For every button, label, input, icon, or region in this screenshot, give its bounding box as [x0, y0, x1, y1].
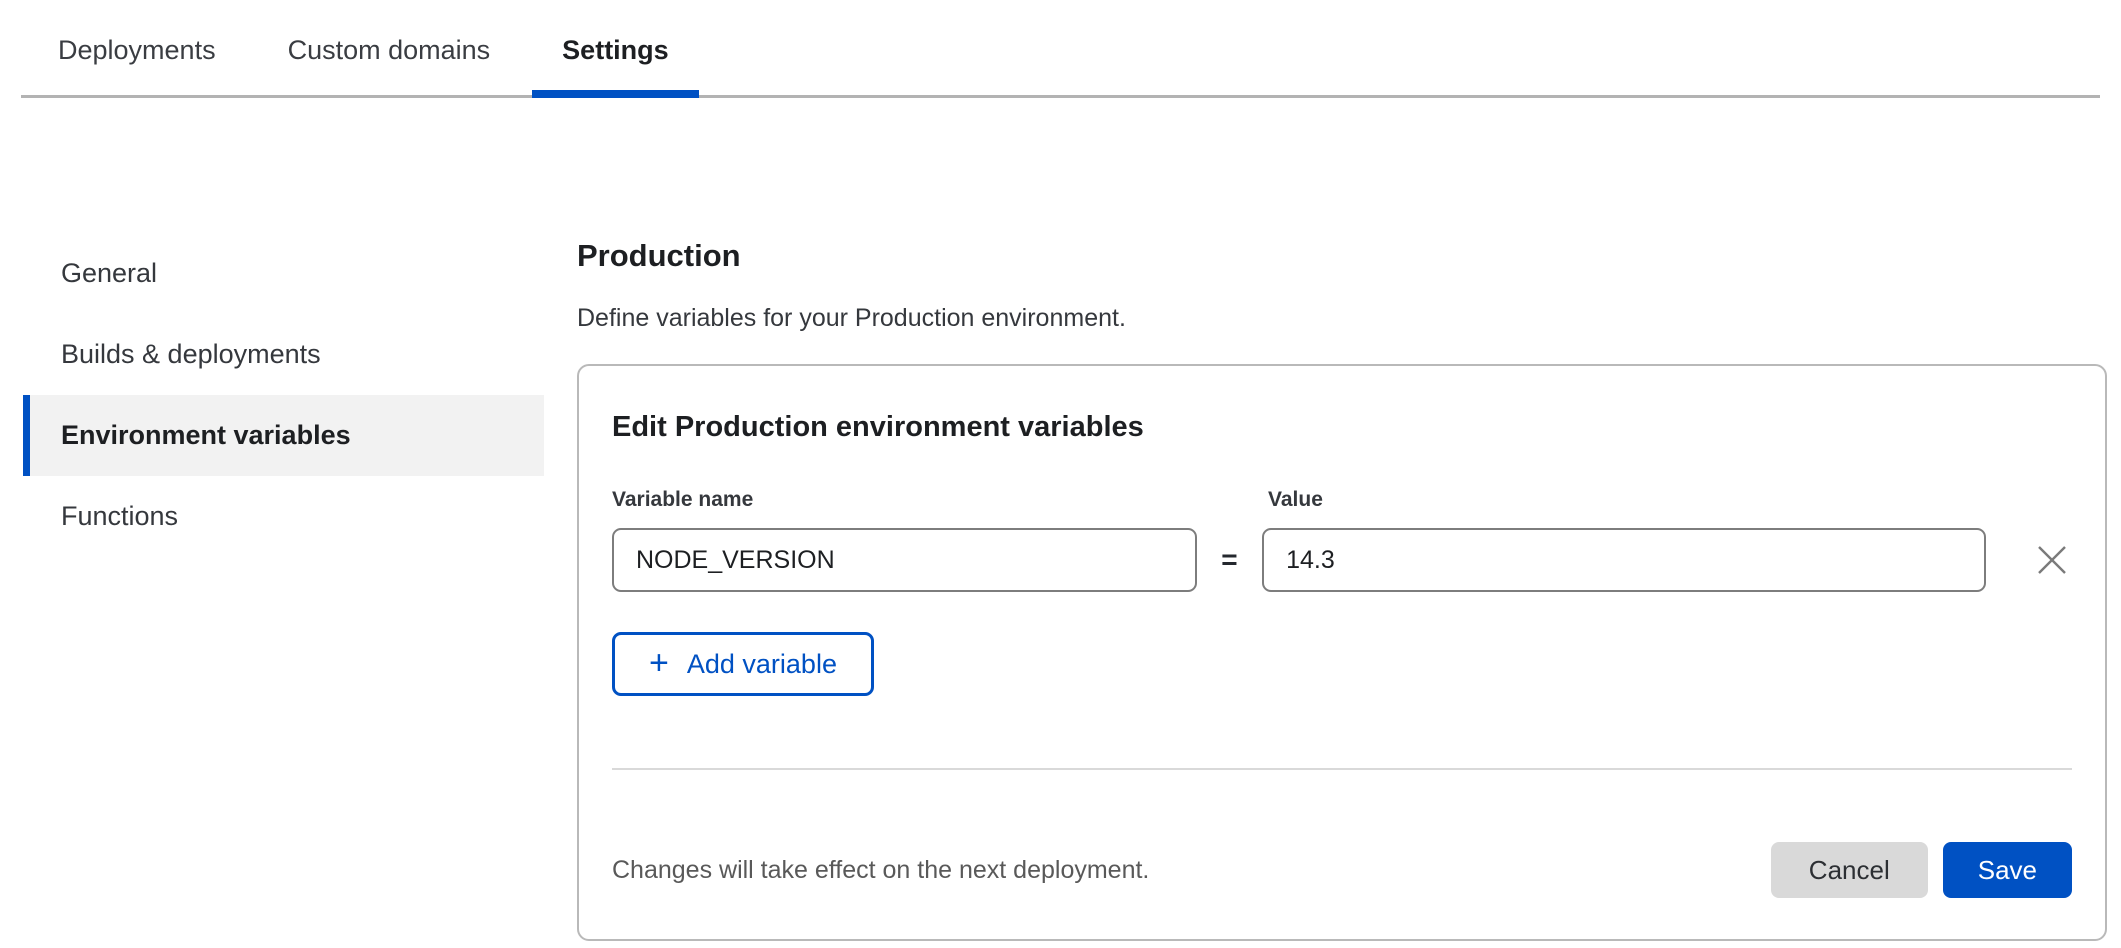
- field-labels-row: Variable name Value: [612, 488, 2072, 512]
- equals-sign: =: [1197, 544, 1262, 576]
- card-title: Edit Production environment variables: [612, 411, 2072, 444]
- tab-custom-domains[interactable]: Custom domains: [258, 1, 521, 98]
- content-area: General Builds & deployments Environment…: [0, 98, 2121, 941]
- tab-settings[interactable]: Settings: [532, 1, 699, 98]
- plus-icon: +: [649, 646, 669, 680]
- close-icon: [2035, 543, 2069, 577]
- variable-value-input[interactable]: [1262, 528, 1986, 592]
- variable-row: =: [612, 528, 2072, 592]
- sidebar-item-functions[interactable]: Functions: [23, 476, 544, 557]
- remove-variable-button[interactable]: [2032, 540, 2072, 580]
- cancel-button[interactable]: Cancel: [1771, 842, 1928, 898]
- add-variable-label: Add variable: [687, 649, 837, 680]
- add-variable-button[interactable]: + Add variable: [612, 632, 874, 696]
- card-divider: [612, 768, 2072, 770]
- sidebar-item-builds-deployments[interactable]: Builds & deployments: [23, 314, 544, 395]
- page-subtitle: Define variables for your Production env…: [577, 304, 2107, 333]
- labels-spacer: [1202, 488, 1268, 512]
- value-label: Value: [1268, 488, 1323, 512]
- variable-name-input[interactable]: [612, 528, 1197, 592]
- tab-bar: Deployments Custom domains Settings: [21, 0, 2100, 98]
- main-panel: Production Define variables for your Pro…: [577, 98, 2107, 941]
- card-footer: Changes will take effect on the next dep…: [612, 842, 2072, 898]
- settings-sidebar: General Builds & deployments Environment…: [23, 98, 544, 557]
- page-title: Production: [577, 238, 2107, 274]
- variable-name-label: Variable name: [612, 488, 1202, 512]
- footer-note: Changes will take effect on the next dep…: [612, 856, 1771, 885]
- environment-variables-card: Edit Production environment variables Va…: [577, 364, 2107, 941]
- tab-deployments[interactable]: Deployments: [28, 1, 246, 98]
- sidebar-item-general[interactable]: General: [23, 233, 544, 314]
- sidebar-item-environment-variables[interactable]: Environment variables: [23, 395, 544, 476]
- save-button[interactable]: Save: [1943, 842, 2072, 898]
